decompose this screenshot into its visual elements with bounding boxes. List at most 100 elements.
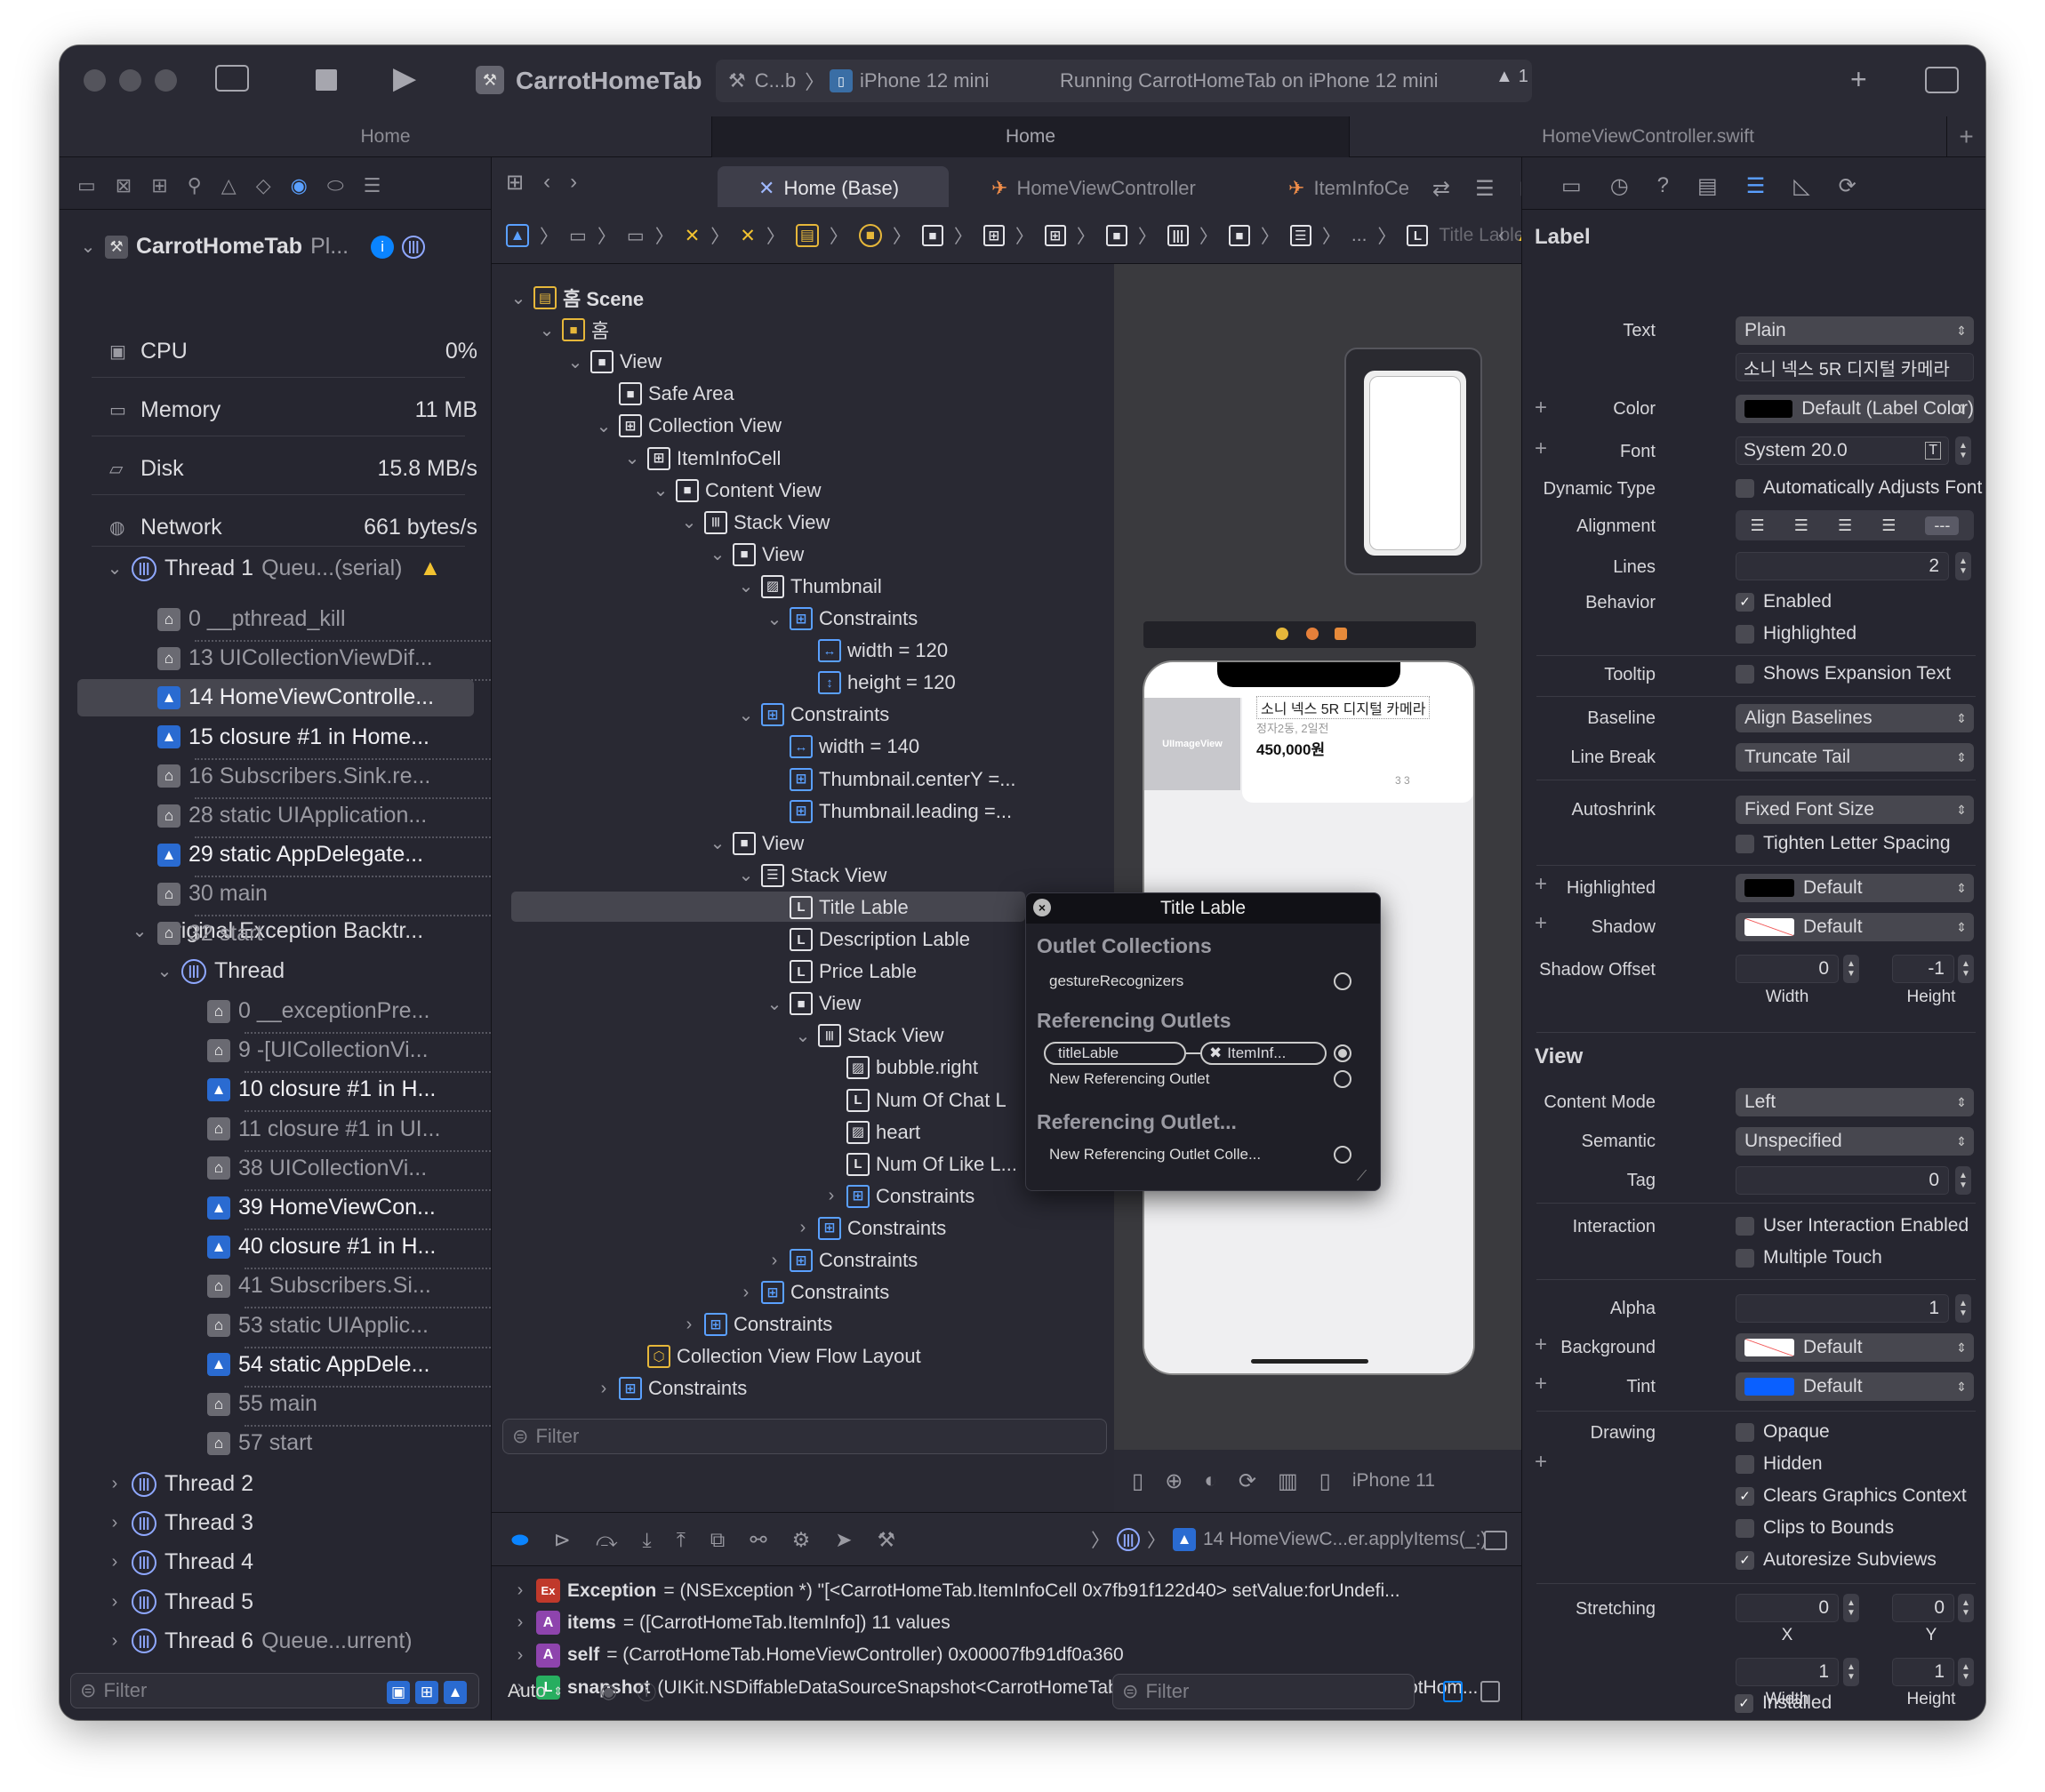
outline-item[interactable]: ⌄ ☰ Stack View	[737, 861, 886, 890]
outline-item[interactable]: ↔ width = 120	[794, 636, 948, 665]
chevron-down-icon[interactable]: ⌄	[709, 543, 726, 565]
color-popup[interactable]: Default (Label Color) ⇕	[1736, 395, 1974, 423]
outline-item[interactable]: L Title Lable	[766, 893, 909, 922]
shadow-width-field[interactable]: 0	[1736, 955, 1839, 983]
variable-row[interactable]: › Aself = (CarrotHomeTab.HomeViewControlle…	[511, 1643, 1507, 1668]
align-center-icon[interactable]: ☰	[1794, 516, 1808, 535]
variables-filter[interactable]: ⊜ Filter	[1112, 1674, 1415, 1709]
alignment-control[interactable]: ☰ ☰ ☰ ☰ ---	[1736, 510, 1974, 540]
chevron-right-icon[interactable]: ›	[737, 1283, 755, 1303]
outline-item[interactable]: ⌄ ■ Content View	[652, 476, 821, 505]
stretch-width-field[interactable]: 1	[1736, 1658, 1839, 1686]
chevron-right-icon[interactable]: ›	[680, 1315, 698, 1335]
clears-context-checkbox[interactable]: ✓ Clears Graphics Context	[1736, 1485, 1967, 1507]
chevron-down-icon[interactable]: ⌄	[709, 832, 726, 854]
alpha-field[interactable]: 1	[1736, 1294, 1949, 1323]
location-icon[interactable]: ➤	[835, 1528, 852, 1552]
swap-icon[interactable]: ⇄	[1432, 176, 1450, 202]
chevron-down-icon[interactable]: ⌄	[766, 993, 783, 1015]
outline-item[interactable]: ⬡ Collection View Flow Layout	[623, 1342, 921, 1371]
gauge-memory[interactable]: ▭ Memory 11 MB	[109, 397, 477, 423]
font-field[interactable]: System 20.0 T	[1736, 436, 1949, 465]
breakpoint-icon[interactable]: ⬭	[327, 174, 344, 197]
chevron-right-icon[interactable]: ›	[822, 1186, 840, 1206]
first-responder-icon[interactable]	[1306, 628, 1319, 640]
stretch-y-stepper[interactable]: ▲ ▼	[1958, 1594, 1974, 1622]
tab-home-base[interactable]: ✕ Home (Base)	[758, 172, 899, 204]
exit-icon[interactable]	[1335, 628, 1347, 640]
outline-item[interactable]: › ⊞ Constraints	[680, 1310, 832, 1339]
font-picker-icon[interactable]: T	[1925, 442, 1941, 460]
outline-item[interactable]: ▨ bubble.right	[822, 1053, 978, 1082]
device-icon[interactable]: ▯	[1319, 1468, 1331, 1494]
stack-frame-row[interactable]: ⌂ 41 Subscribers.Si...	[207, 1273, 477, 1299]
text-content-field[interactable]: 소니 넥스 5R 디지털 카메라	[1736, 353, 1974, 381]
show-variables-icon[interactable]	[1443, 1681, 1463, 1702]
symbol-icon[interactable]: ⊞	[151, 174, 167, 197]
step-into-icon[interactable]: ⤓	[643, 1528, 652, 1552]
stretch-height-stepper[interactable]: ▲ ▼	[1958, 1658, 1974, 1686]
stack-frame-row[interactable]: ⌂ 13 UICollectionViewDif...	[157, 645, 477, 671]
eye-icon[interactable]: ◉	[600, 1680, 617, 1703]
storyboard-canvas[interactable]: UIImageView 소니 넥스 5R 디지털 카메라 정자2동, 2일전 4…	[1114, 264, 1521, 1512]
tag-stepper[interactable]: ▲ ▼	[1955, 1166, 1971, 1195]
gauge-cpu[interactable]: ▣ CPU 0%	[109, 339, 477, 364]
chevron-down-icon[interactable]: ⌄	[766, 608, 783, 630]
tighten-checkbox[interactable]: Tighten Letter Spacing	[1736, 833, 1951, 854]
process-info-icon[interactable]: i	[371, 235, 395, 259]
stack-frame-row[interactable]: ⌂ 11 closure #1 in UI...	[207, 1116, 477, 1142]
connected-circle[interactable]	[1334, 1044, 1351, 1062]
stop-icon[interactable]	[316, 69, 337, 91]
shadow-color-popup[interactable]: Default ⇕	[1736, 913, 1974, 941]
stack-frame-row[interactable]: ▲ 15 closure #1 in Home...	[157, 724, 477, 750]
outline-item[interactable]: › ⊞ Constraints	[737, 1278, 889, 1307]
thread-view-icon[interactable]: |||	[402, 235, 426, 259]
hidden-checkbox[interactable]: Hidden	[1736, 1453, 1823, 1475]
stack-frame-row[interactable]: ⌂ 16 Subscribers.Sink.re...	[157, 764, 477, 789]
align-left-icon[interactable]: ☰	[1751, 516, 1765, 535]
issue-icon[interactable]: △	[221, 174, 237, 197]
grid-icon[interactable]: ⊞	[506, 170, 524, 196]
step-out-icon[interactable]: ⤒	[677, 1528, 686, 1552]
tab-iteminfocell[interactable]: ✈ ItemInfoCe	[1288, 172, 1422, 204]
stretch-y-field[interactable]: 0	[1892, 1594, 1954, 1622]
stack-frame-row[interactable]: ⌂ 30 main	[157, 881, 477, 907]
layout-icon[interactable]: ▥	[1278, 1468, 1298, 1494]
stack-frame-row[interactable]: ⌂ 32 start	[157, 921, 477, 947]
hide-debug-icon[interactable]	[1484, 1531, 1507, 1550]
outline-item[interactable]: ↔ width = 140	[766, 732, 919, 761]
tint-popup[interactable]: Default ⇕	[1736, 1372, 1974, 1401]
chevron-right-icon[interactable]: ›	[766, 1251, 783, 1271]
stretch-width-stepper[interactable]: ▲ ▼	[1843, 1658, 1859, 1686]
minimize-window-button[interactable]	[119, 69, 141, 92]
stack-frame-row[interactable]: ⌂ 9 -[UICollectionVi...	[207, 1037, 477, 1063]
add-variation-icon[interactable]: +	[1535, 1450, 1547, 1475]
thread-row[interactable]: › ||| Thread 3	[106, 1510, 261, 1536]
highlighted-checkbox[interactable]: Highlighted	[1736, 623, 1857, 644]
outline-item[interactable]: ⌄ ▨ Thumbnail	[737, 572, 882, 601]
back-icon[interactable]: ‹	[543, 170, 550, 195]
sidebar-icon[interactable]: ▯	[1132, 1468, 1143, 1494]
jump-bar-path[interactable]: ▲ 〉 ▭ 〉 ▭ 〉 ✕ 〉 ✕ 〉 ▤ 〉 ■ 〉 ■ 〉 ⊞ 〉 ⊞ 〉 ■ 〉 ||| 〉 ■ 〉…	[506, 220, 1525, 252]
outline-item[interactable]: ⌄ ⊞ Constraints	[766, 604, 918, 633]
stack-frame-row[interactable]: ⌂ 53 static UIApplic...	[207, 1313, 477, 1339]
thread-row[interactable]: › ||| Thread 6 Queue...urrent)	[106, 1628, 413, 1654]
content-mode-popup[interactable]: Left ⇕	[1736, 1088, 1974, 1116]
autoshrink-popup[interactable]: Fixed Font Size ⇕	[1736, 796, 1974, 824]
cell-price-label[interactable]: 450,000원	[1256, 737, 1325, 759]
thumbnail-image[interactable]: UIImageView	[1144, 698, 1240, 790]
report-icon[interactable]: ☰	[364, 174, 381, 197]
stack-frame-row[interactable]: ⌂ 55 main	[207, 1391, 477, 1417]
outline-item[interactable]: ⌄ ■ View	[766, 989, 861, 1018]
outline-item[interactable]: ⌄ ▤ 홈 Scene	[509, 284, 644, 312]
expansion-text-checkbox[interactable]: Shows Expansion Text	[1736, 663, 1951, 684]
alpha-stepper[interactable]: ▲ ▼	[1955, 1294, 1971, 1323]
chevron-down-icon[interactable]: ⌄	[652, 479, 670, 501]
chevron-down-icon[interactable]: ⌄	[737, 704, 755, 726]
chevron-down-icon[interactable]: ⌄	[595, 415, 613, 437]
appearance-icon[interactable]: ◐	[1204, 1468, 1217, 1493]
search-icon[interactable]: ⚲	[188, 174, 202, 197]
outlet-target-pill[interactable]: ✖ ItemInf...	[1200, 1042, 1327, 1065]
info-icon[interactable]: ⓘ	[637, 1677, 656, 1706]
chevron-down-icon[interactable]: ⌄	[737, 864, 755, 886]
